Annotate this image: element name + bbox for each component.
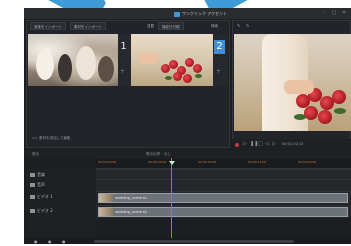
timeline-scrollbar[interactable] xyxy=(94,240,294,243)
maximize-button[interactable]: □ xyxy=(330,9,338,17)
settings-icon[interactable]: ● xyxy=(62,240,66,244)
ruler-tick: 00:00:00:00 xyxy=(98,160,117,164)
video-1-lane[interactable]: wedding_camera1 xyxy=(96,191,351,204)
record-icon[interactable] xyxy=(235,143,239,147)
play-icon[interactable]: ▷ xyxy=(243,141,247,147)
sort-label: 並替 xyxy=(147,24,154,28)
import-music-button[interactable]: 音楽をインポート xyxy=(30,22,66,30)
search-button[interactable]: 検索 xyxy=(208,22,221,30)
timeline-clip[interactable]: wedding_camera1 xyxy=(98,193,348,203)
clip-thumbnail[interactable] xyxy=(28,34,118,86)
add-media-hint: ⊂⊃ 素材を追加して編集 xyxy=(32,136,71,140)
app-window: ワンクリック アクセント - □ × 音楽をインポート 素材をインポート 並替 … xyxy=(24,8,351,244)
window-title: ワンクリック アクセント xyxy=(174,9,227,18)
previous-frame-icon[interactable]: ◁ xyxy=(265,141,269,147)
clip-name: wedding_camera2 xyxy=(115,210,148,214)
video-2-lane[interactable]: wedding_camera2 xyxy=(96,205,351,218)
add-track-icon[interactable]: ● xyxy=(34,240,38,244)
app-logo-icon xyxy=(174,11,180,17)
track-header-music[interactable]: 音楽 xyxy=(30,171,45,179)
import-media-button[interactable]: 素材をインポート xyxy=(70,22,106,30)
aspect-dropdown[interactable]: なし xyxy=(164,150,171,158)
clip-thumbnail xyxy=(99,194,113,202)
ruler-tick: 00:00:20:00 xyxy=(298,160,317,164)
close-button[interactable]: × xyxy=(340,9,348,17)
next-frame-icon[interactable]: ▷ xyxy=(272,141,276,147)
track-header-video-1[interactable]: ビデオ 1 xyxy=(30,193,53,201)
link-icon: ⊂⊃ xyxy=(32,136,39,140)
sort-dropdown[interactable]: 撮影日付順 xyxy=(158,22,184,30)
timeline-clip[interactable]: wedding_camera2 xyxy=(98,207,348,217)
video-icon xyxy=(30,195,35,199)
clip-thumbnail[interactable] xyxy=(131,34,213,86)
preview-video xyxy=(234,34,351,131)
minimize-button[interactable]: - xyxy=(320,9,328,17)
remove-track-icon[interactable]: ● xyxy=(48,240,52,244)
ruler-tick: 00:00:15:00 xyxy=(248,160,267,164)
clip-thumbnail xyxy=(99,208,113,216)
playhead-handle-icon[interactable] xyxy=(169,161,175,165)
clip-number-badge-selected: 2 xyxy=(214,40,225,54)
track-header-video-2[interactable]: ビデオ 2 xyxy=(30,207,53,215)
track-header-audio[interactable]: 音声 xyxy=(30,181,45,189)
timecode-display: 00;01;10;13 xyxy=(282,142,304,146)
clip-name: wedding_camera1 xyxy=(115,196,148,200)
video-icon xyxy=(30,209,35,213)
playhead[interactable] xyxy=(171,158,172,244)
ruler-tick: 00:00:05:00 xyxy=(148,160,167,164)
track-headers: 音楽 音声 ビデオ 1 ビデオ 2 xyxy=(26,168,95,240)
rotate-icon[interactable]: ↻ xyxy=(246,22,249,30)
aspect-label: 表示比率 xyxy=(146,152,160,156)
ruler-tick: 00:00:10:00 xyxy=(198,160,217,164)
timeline-toolbar xyxy=(26,150,351,158)
title-bar: ワンクリック アクセント - □ × xyxy=(24,8,351,19)
music-icon xyxy=(30,173,35,177)
stop-icon[interactable]: □ xyxy=(258,141,263,147)
add-transition-icon[interactable]: + xyxy=(120,68,125,76)
edit-icon[interactable]: ✎ xyxy=(237,22,240,30)
timeline-view-label: 表示 xyxy=(32,152,39,156)
audio-icon xyxy=(30,183,35,187)
clip-number-badge: 1 xyxy=(120,41,127,52)
add-clip-icon[interactable]: + xyxy=(216,68,221,76)
